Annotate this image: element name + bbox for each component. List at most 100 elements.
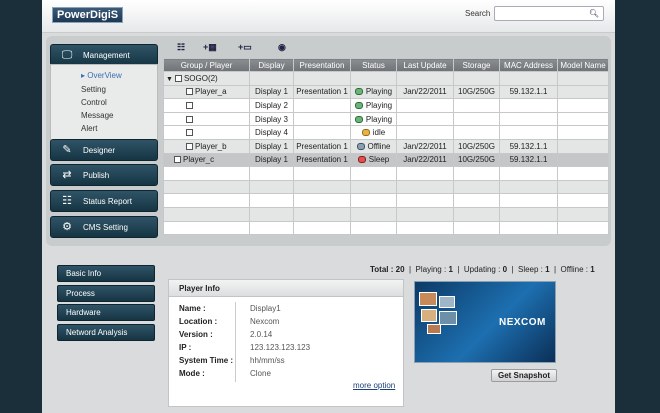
player-info-panel: Player Info Name : Display1 Location : Nex… xyxy=(168,279,404,407)
cell-model xyxy=(557,138,609,154)
header-bar: PowerDigiS Search 🔍︎ xyxy=(42,0,615,33)
tree-icon[interactable]: ☷ xyxy=(177,42,185,53)
table-row[interactable]: Player_a Display 1 Presentation 1 Playin… xyxy=(163,84,609,100)
info-value: Clone xyxy=(250,369,271,378)
grid-toolbar: ☷ +▦ +▭ ◉ xyxy=(163,40,608,57)
more-option-link[interactable]: more option xyxy=(353,381,395,390)
cell-last-update: Jan/22/2011 xyxy=(396,84,454,100)
submenu-overview[interactable]: ▸ OverView xyxy=(81,71,122,80)
info-value: 123.123.123.123 xyxy=(250,343,311,352)
cell-storage: 10G/250G xyxy=(453,152,500,168)
idle-status-icon xyxy=(361,129,370,137)
tab-netword-analysis[interactable]: Netword Analysis xyxy=(57,324,155,341)
table-row[interactable]: Display 3 Playing xyxy=(163,111,609,127)
col-mac-address[interactable]: MAC Address xyxy=(499,58,558,72)
checkbox[interactable] xyxy=(186,115,193,123)
submenu-setting[interactable]: Setting xyxy=(81,85,106,94)
player-name: Player_a xyxy=(195,87,227,97)
checkbox[interactable] xyxy=(174,74,182,82)
cell-display: Display 1 xyxy=(249,152,294,168)
add-display-icon[interactable]: +▭ xyxy=(238,42,252,53)
tab-process[interactable]: Process xyxy=(57,285,155,302)
table-row[interactable]: ▼ SOGO(2) xyxy=(163,71,609,86)
cell-presentation: Presentation 1 xyxy=(293,138,351,154)
table-row[interactable]: Display 2 Playing xyxy=(163,98,609,113)
playing-label: Playing : xyxy=(415,265,447,274)
col-status[interactable]: Status xyxy=(350,58,397,72)
status-text: Offline xyxy=(367,141,391,151)
checkbox[interactable] xyxy=(186,142,193,150)
cell-storage: 10G/250G xyxy=(453,84,500,100)
cell-display: Display 4 xyxy=(249,125,294,140)
cell-model xyxy=(557,84,609,100)
photo-collage-image xyxy=(419,292,459,336)
search-input[interactable]: 🔍︎ xyxy=(494,6,604,21)
playing-status-icon xyxy=(354,88,363,96)
status-totals: Total : 20 | Playing : 1 | Updating : 0 … xyxy=(370,265,595,274)
search-label: Search xyxy=(465,9,491,18)
player-info-title: Player Info xyxy=(169,280,403,297)
col-group-player[interactable]: Group / Player xyxy=(163,58,250,72)
tab-hardware[interactable]: Hardware xyxy=(57,304,155,321)
checkbox[interactable] xyxy=(174,156,181,164)
submenu-message[interactable]: Message xyxy=(81,111,113,120)
get-snapshot-button[interactable]: Get Snapshot xyxy=(491,369,557,382)
col-last-update[interactable]: Last Update xyxy=(396,58,454,72)
grid-header-row: Group / Player Display Presentation Stat… xyxy=(163,58,609,72)
checkbox[interactable] xyxy=(186,101,193,109)
search-icon[interactable]: 🔍︎ xyxy=(589,9,599,18)
table-row xyxy=(163,166,609,181)
info-key: IP : xyxy=(179,343,192,352)
add-group-icon[interactable]: +▦ xyxy=(203,42,217,53)
submenu-alert[interactable]: Alert xyxy=(81,124,97,133)
total-count: 20 xyxy=(395,265,405,274)
pencil-icon: ✎ xyxy=(62,144,72,156)
expand-triangle-icon[interactable]: ▼ xyxy=(166,76,173,83)
table-row[interactable]: Player_b Display 1 Presentation 1 Offlin… xyxy=(163,138,609,154)
nav-publish[interactable]: ⇄ Publish xyxy=(50,164,158,186)
monitor-icon: 🖵︎ xyxy=(61,49,73,61)
table-row xyxy=(163,179,609,195)
table-row[interactable]: Player_c Display 1 Presentation 1 Sleep … xyxy=(163,152,609,168)
eye-icon[interactable]: ◉ xyxy=(278,42,286,53)
col-presentation[interactable]: Presentation xyxy=(293,58,351,72)
cell-presentation: Presentation 1 xyxy=(293,84,351,100)
info-key: Mode : xyxy=(179,369,205,378)
nav-cms-setting[interactable]: ⚙ CMS Setting xyxy=(50,216,158,238)
nav-cms-setting-label: CMS Setting xyxy=(83,223,128,232)
nav-designer[interactable]: ✎ Designer xyxy=(50,139,158,161)
nav-status-report-label: Status Report xyxy=(83,197,132,206)
snapshot-preview: NEXCOM xyxy=(414,281,556,363)
total-label: Total : xyxy=(370,265,394,274)
powerdigis-logo: PowerDigiS xyxy=(52,7,124,23)
offline-count: 1 xyxy=(590,265,595,274)
nav-publish-label: Publish xyxy=(83,171,110,180)
checkbox[interactable] xyxy=(186,88,193,96)
nexcom-logo: NEXCOM xyxy=(499,317,546,328)
nav-management-label: Management xyxy=(83,51,130,60)
col-display[interactable]: Display xyxy=(249,58,294,72)
tab-basic-info[interactable]: Basic Info xyxy=(57,265,155,282)
cell-status: idle xyxy=(350,125,397,140)
submenu-control[interactable]: Control xyxy=(81,98,107,107)
info-key: Version : xyxy=(179,330,213,339)
status-text: idle xyxy=(372,128,386,138)
status-text: Playing xyxy=(365,100,393,110)
table-row xyxy=(163,206,609,222)
cell-status: Offline xyxy=(350,138,397,154)
col-model-name[interactable]: Model Name xyxy=(557,58,609,72)
cell-status: Playing xyxy=(350,98,397,113)
status-text: Playing xyxy=(365,114,393,124)
table-row[interactable]: Display 4 idle xyxy=(163,125,609,140)
nav-status-report[interactable]: ☷ Status Report xyxy=(50,190,158,212)
sidebar: 🖵︎ Management ▸ OverView Setting Control… xyxy=(50,40,158,242)
checkbox[interactable] xyxy=(186,129,193,137)
playing-count: 1 xyxy=(448,265,453,274)
cell-display: Display 1 xyxy=(249,84,294,100)
nav-management[interactable]: 🖵︎ Management xyxy=(50,44,158,66)
sleep-status-icon xyxy=(357,156,366,164)
player-name: Player_b xyxy=(195,141,227,151)
offline-status-icon xyxy=(356,142,365,150)
col-storage[interactable]: Storage xyxy=(453,58,500,72)
cell-status: Playing xyxy=(350,111,397,127)
